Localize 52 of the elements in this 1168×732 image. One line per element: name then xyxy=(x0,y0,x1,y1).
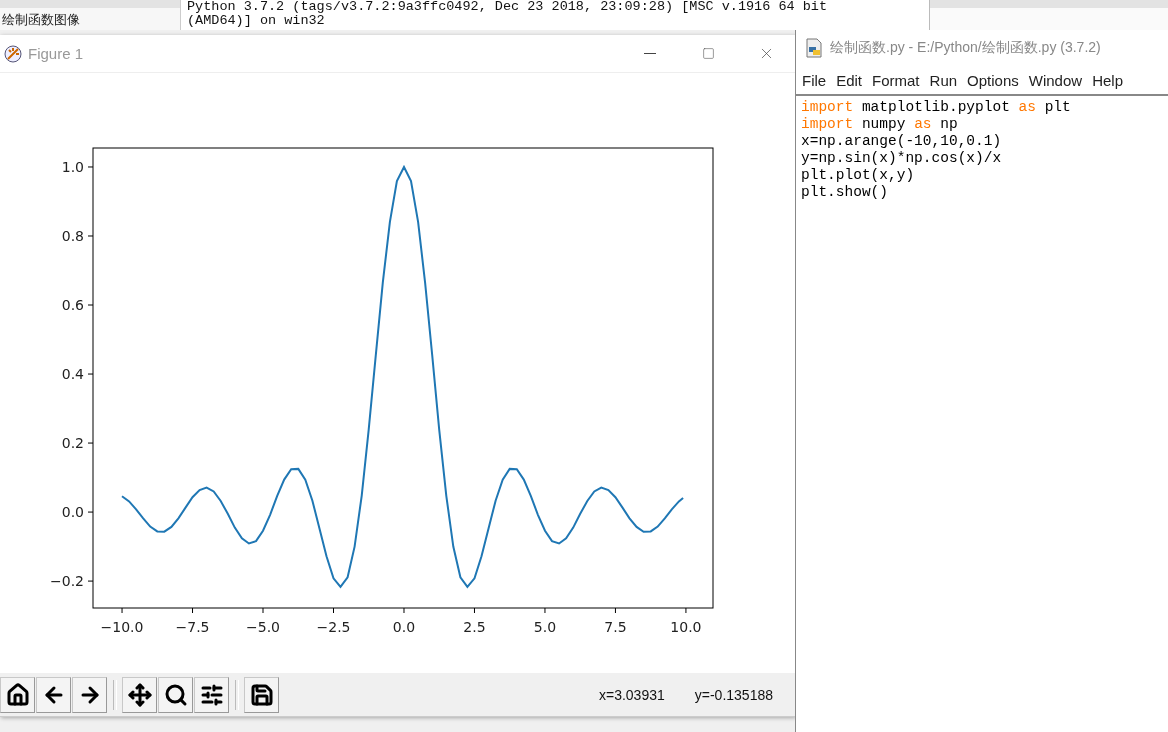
save-button[interactable] xyxy=(244,676,279,713)
menu-item[interactable]: File xyxy=(802,71,827,89)
move-arrows-icon xyxy=(127,682,152,707)
search-button[interactable] xyxy=(158,676,193,713)
y-tick-label: −0.2 xyxy=(50,573,84,590)
y-tick-label: 0.2 xyxy=(61,435,84,452)
code-line: import numpy as np xyxy=(801,116,959,133)
menu-item[interactable]: Format xyxy=(872,71,920,89)
home-button[interactable] xyxy=(0,676,35,713)
sliders-icon xyxy=(199,682,224,707)
back-arrow-button[interactable] xyxy=(36,676,71,713)
code-line: plt.show() xyxy=(801,184,889,201)
menu-item[interactable]: Edit xyxy=(836,71,863,89)
background-heading: 绘制函数图像 xyxy=(1,11,81,29)
window-title: 绘制函数.py - E:/Python/绘制函数.py (3.7.2) xyxy=(830,39,1101,57)
search-icon xyxy=(163,682,188,707)
code-line: x=np.arange(-10,10,0.1) xyxy=(801,133,1003,150)
y-tick-label: 0.4 xyxy=(61,366,84,383)
x-tick-label: −5.0 xyxy=(246,619,280,635)
cursor-coordinate: x=3.03931 xyxy=(598,686,665,703)
shell-output-line: (AMD64)] on win32 xyxy=(187,14,326,28)
maximize-icon xyxy=(701,47,715,60)
save-icon xyxy=(249,682,274,707)
x-tick-label: 10.0 xyxy=(670,619,702,635)
x-tick-label: −10.0 xyxy=(100,619,144,635)
menu-item[interactable]: Options xyxy=(967,71,1019,89)
code-line: import matplotlib.pyplot as plt xyxy=(801,99,1072,116)
y-tick-label: 0.0 xyxy=(61,504,84,521)
shell-output-line: Python 3.7.2 (tags/v3.7.2:9a3ffc0492, Dec 23 2018, 23:09:28) [MSC v.1916 64 bit xyxy=(187,0,828,14)
menu-item[interactable]: Window xyxy=(1028,71,1083,89)
cursor-coordinate: y=-0.135188 xyxy=(694,686,773,703)
home-icon xyxy=(5,682,30,707)
move-arrows-button[interactable] xyxy=(122,676,157,713)
code-line: y=np.sin(x)*np.cos(x)/x xyxy=(801,150,1003,167)
sliders-button[interactable] xyxy=(194,676,229,713)
menu-item[interactable]: Help xyxy=(1092,71,1123,89)
x-tick-label: 0.0 xyxy=(392,619,416,635)
menu-item[interactable]: Run xyxy=(929,71,958,89)
y-tick-label: 0.8 xyxy=(61,228,84,244)
python-file-icon xyxy=(804,38,824,58)
forward-arrow-button[interactable] xyxy=(72,676,107,713)
wand-icon xyxy=(4,44,22,63)
x-tick-label: 7.5 xyxy=(604,619,627,635)
x-tick-label: −2.5 xyxy=(316,619,351,635)
y-tick-label: 0.6 xyxy=(61,297,84,313)
window-title: Figure 1 xyxy=(28,45,85,62)
x-tick-label: 5.0 xyxy=(533,619,557,635)
x-tick-label: −7.5 xyxy=(175,619,210,635)
x-tick-label: 2.5 xyxy=(463,619,486,635)
minimize-icon xyxy=(644,52,656,55)
code-line: plt.plot(x,y) xyxy=(801,167,916,184)
y-tick-label: 1.0 xyxy=(61,159,84,175)
